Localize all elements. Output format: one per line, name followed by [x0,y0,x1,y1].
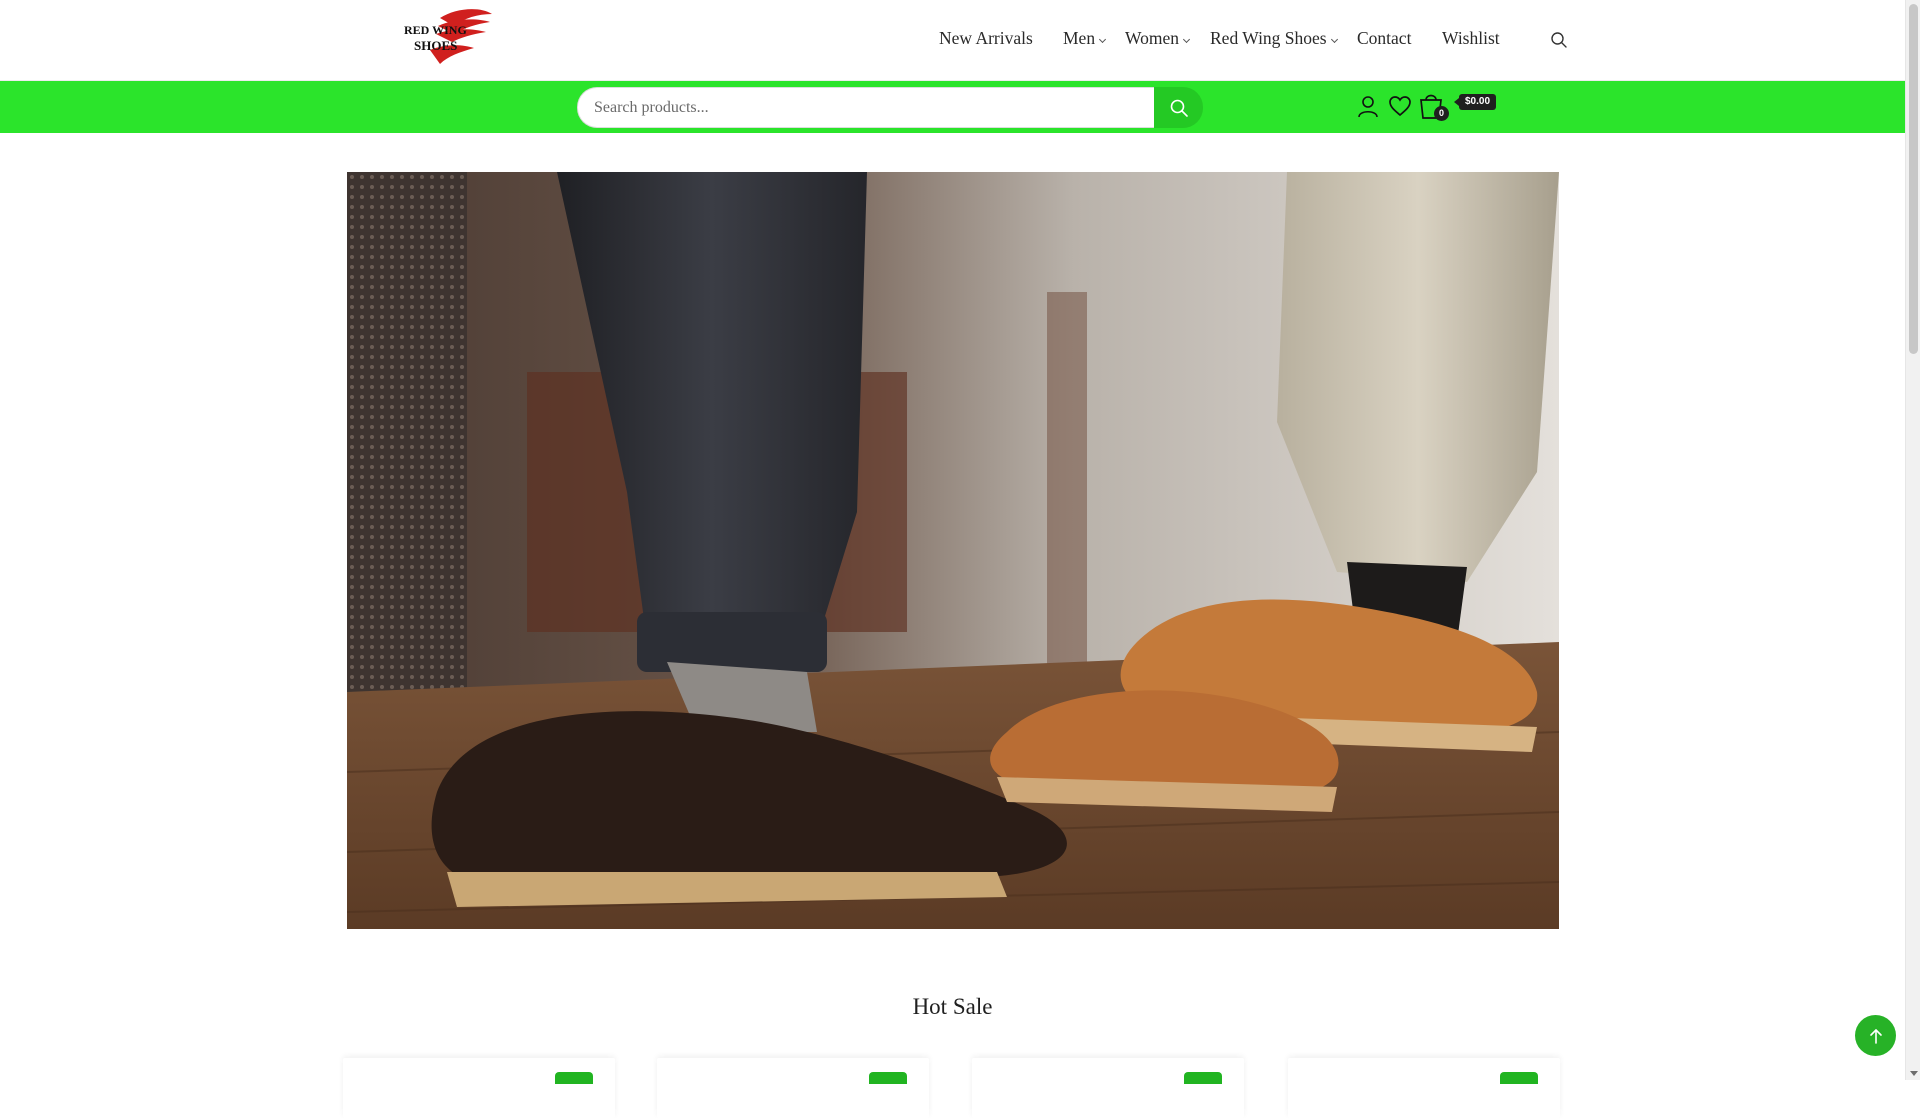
search-icon[interactable] [1550,31,1568,49]
product-card[interactable] [972,1058,1244,1118]
product-card[interactable] [657,1058,929,1118]
nav-item-women[interactable]: Women [1125,28,1191,49]
search-button[interactable] [1154,87,1203,128]
search-input[interactable] [577,87,1154,128]
nav-label: New Arrivals [939,28,1033,48]
site-header: RED WING SHOES New Arrivals Men Women Re… [0,0,1905,81]
chevron-down-icon [1182,35,1191,44]
arrow-up-icon [1869,1028,1882,1044]
nav-label: Women [1125,28,1179,48]
hot-sale-title: Hot Sale [912,994,993,1019]
product-card[interactable] [1288,1058,1560,1118]
nav-item-red-wing-shoes[interactable]: Red Wing Shoes [1210,28,1338,49]
nav-item-contact[interactable]: Contact [1357,28,1411,49]
sale-badge [1184,1072,1222,1084]
page-scrollbar[interactable] [1905,0,1920,1080]
sale-badge [869,1072,907,1084]
scroll-down-arrow-icon[interactable] [1910,1071,1918,1076]
sale-badge [555,1072,593,1084]
user-icon[interactable] [1356,94,1380,118]
heart-icon[interactable] [1388,94,1412,118]
product-card[interactable] [343,1058,615,1118]
hero-banner-image [347,172,1559,929]
nav-item-men[interactable]: Men [1063,28,1107,49]
nav-label: Wishlist [1442,28,1500,48]
cart-total-badge: $0.00 [1453,94,1497,110]
nav-item-wishlist[interactable]: Wishlist [1442,28,1500,49]
main-nav: New Arrivals Men Women Red Wing Shoes Co… [0,0,1905,81]
nav-item-new-arrivals[interactable]: New Arrivals [939,28,1033,49]
nav-label: Men [1063,28,1096,48]
chevron-down-icon [1099,35,1107,44]
nav-label: Red Wing Shoes [1210,28,1327,48]
chevron-down-icon [1330,35,1338,44]
cart-count-badge: 0 [1434,106,1449,121]
scrollbar-thumb[interactable] [1909,4,1918,354]
sale-badge [1500,1072,1538,1084]
back-to-top-button[interactable] [1855,1015,1896,1056]
nav-label: Contact [1357,28,1412,48]
product-search [577,87,1203,128]
search-icon [1170,99,1188,117]
